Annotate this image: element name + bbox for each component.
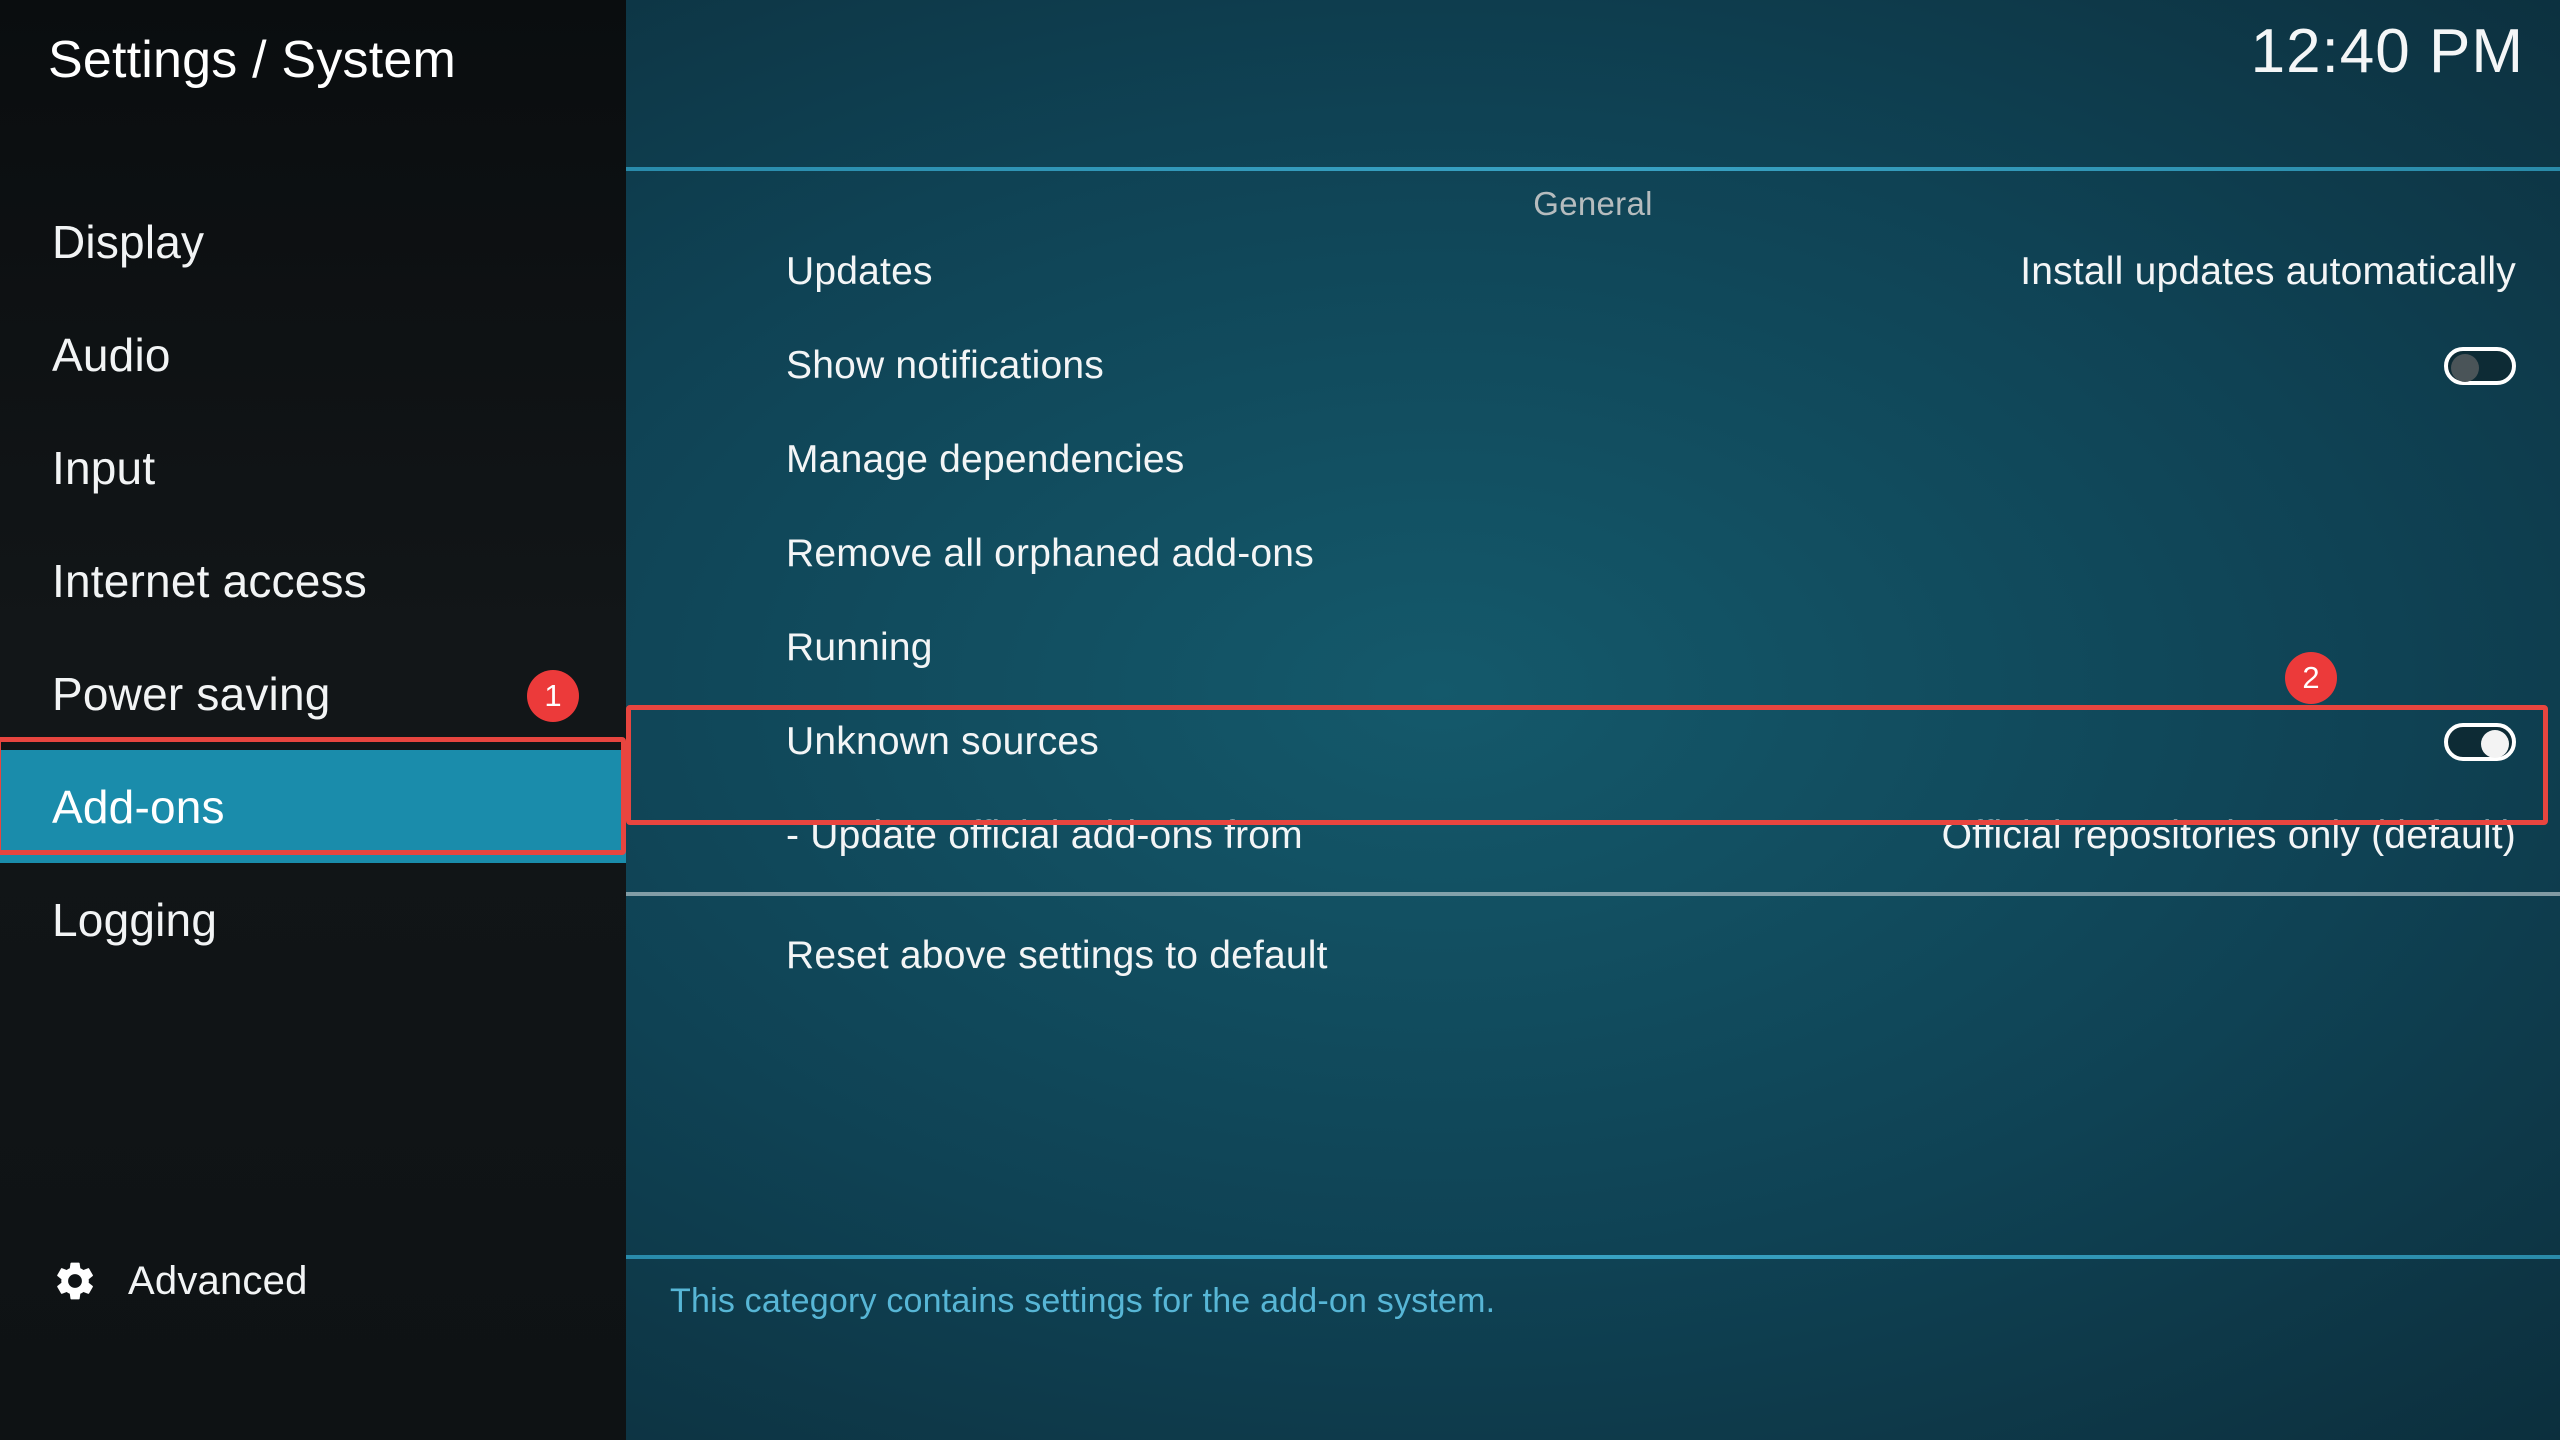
setting-label: - Update official add-ons from [786,814,1303,857]
sidebar-item-label: Internet access [52,554,367,607]
sidebar-item-audio[interactable]: Audio [0,298,626,411]
settings-group-header: General [1533,185,1653,222]
setting-value: Official repositories only (default) [1941,814,2516,857]
kodi-settings-screen: Settings / System Display Audio Input In… [0,0,2560,1440]
settings-list: Updates Install updates automatically Sh… [626,225,2560,1003]
setting-label: Manage dependencies [786,438,1185,481]
setting-row-running[interactable]: Running [626,601,2560,695]
sidebar-item-input[interactable]: Input [0,411,626,524]
annotation-badge-2: 2 [2285,652,2337,704]
show-notifications-toggle[interactable] [2444,347,2516,385]
setting-label: Show notifications [786,344,1104,387]
sidebar-menu: Display Audio Input Internet access Powe… [0,185,626,976]
sidebar-item-label: Add-ons [52,780,225,833]
sidebar-item-label: Power saving [52,667,331,720]
setting-label: Running [786,626,933,669]
sidebar: Settings / System Display Audio Input In… [0,0,626,1440]
sidebar-item-internet-access[interactable]: Internet access [0,524,626,637]
setting-row-unknown-sources[interactable]: Unknown sources [626,695,2560,789]
gear-icon [52,1258,98,1304]
setting-label: Updates [786,250,933,293]
setting-row-show-notifications[interactable]: Show notifications [626,319,2560,413]
sidebar-item-advanced[interactable]: Advanced [52,1258,308,1304]
sidebar-item-logging[interactable]: Logging [0,863,626,976]
setting-label: Unknown sources [786,720,1099,763]
sidebar-item-label: Display [52,215,205,268]
annotation-badge-1: 1 [527,670,579,722]
sidebar-item-label: Logging [52,893,218,946]
clock: 12:40 PM [2250,17,2524,86]
settings-content-panel: General Updates Install updates automati… [626,0,2560,1440]
setting-row-reset-above-settings[interactable]: Reset above settings to default [626,909,2560,1003]
toggle-knob [2481,730,2509,758]
page-title: Settings / System [48,31,456,89]
footer-divider [626,1255,2560,1259]
category-description: This category contains settings for the … [670,1282,1496,1320]
setting-row-updates[interactable]: Updates Install updates automatically [626,225,2560,319]
setting-row-update-official-addons-from[interactable]: - Update official add-ons from Official … [626,789,2560,896]
sidebar-item-label: Audio [52,328,171,381]
setting-row-remove-orphaned-addons[interactable]: Remove all orphaned add-ons [626,507,2560,601]
sidebar-item-advanced-label: Advanced [128,1258,308,1303]
setting-label: Remove all orphaned add-ons [786,532,1314,575]
toggle-knob [2451,354,2479,382]
sidebar-item-add-ons[interactable]: Add-ons [0,750,626,863]
sidebar-item-display[interactable]: Display [0,185,626,298]
setting-label: Reset above settings to default [786,934,1328,977]
content-top-divider [626,167,2560,171]
sidebar-item-label: Input [52,441,156,494]
unknown-sources-toggle[interactable] [2444,723,2516,761]
setting-value: Install updates automatically [2020,250,2516,293]
setting-row-manage-dependencies[interactable]: Manage dependencies [626,413,2560,507]
